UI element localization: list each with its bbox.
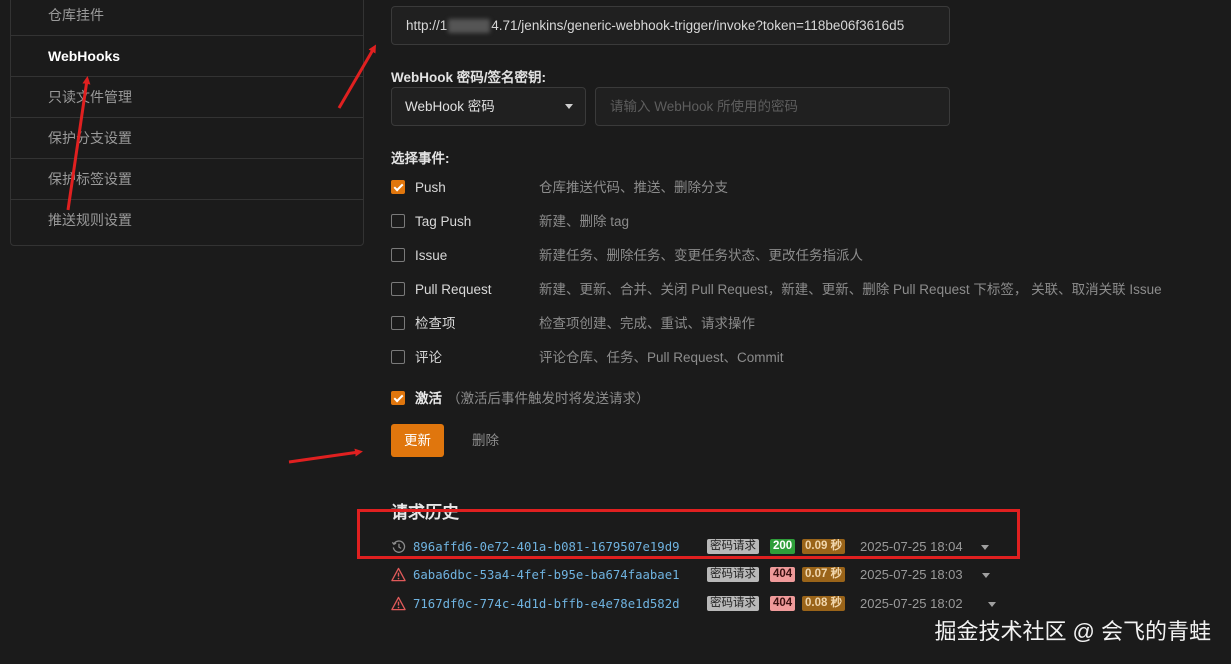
arrow-annotation: [66, 76, 91, 211]
watermark-text: 掘金技术社区 @ 会飞的青蛙: [934, 619, 1211, 644]
annotation-arrows: [66, 44, 377, 464]
arrow-annotation: [288, 448, 363, 464]
arrow-annotation: [337, 44, 377, 109]
